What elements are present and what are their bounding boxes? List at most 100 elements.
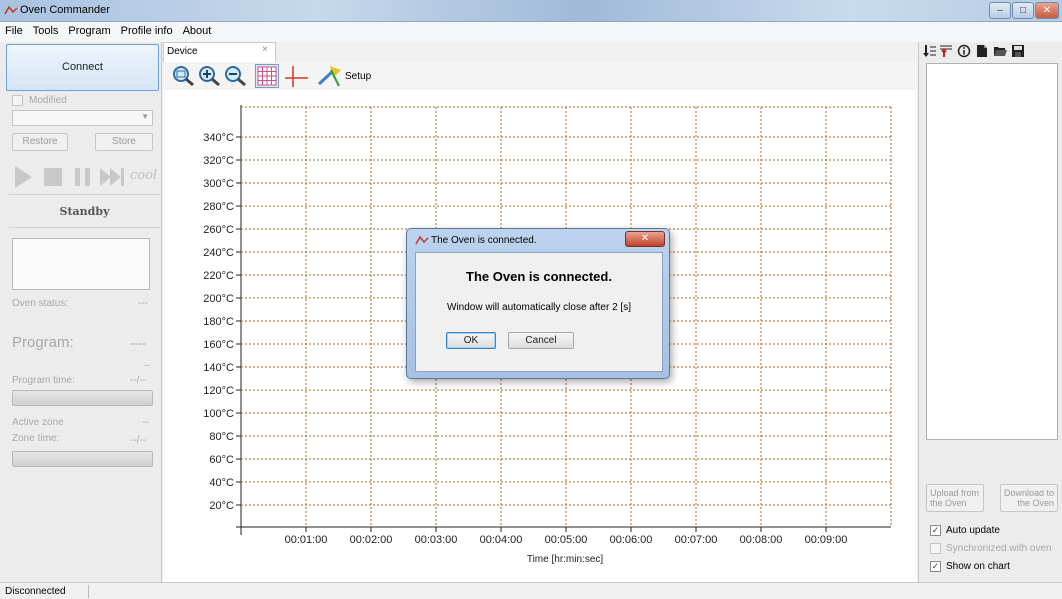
show-on-chart-checkbox[interactable]: ✓ [930, 561, 941, 572]
x-tick-label: 00:08:00 [740, 534, 783, 546]
info-icon[interactable] [957, 44, 971, 58]
menu-bar: File Tools Program Profile info About [0, 22, 1062, 42]
crosshair-icon[interactable] [284, 65, 308, 87]
x-tick-label: 00:04:00 [480, 534, 523, 546]
menu-tools[interactable]: Tools [28, 22, 64, 37]
status-display [12, 238, 150, 290]
setup-icon[interactable] [317, 64, 343, 88]
dialog-close-button[interactable]: ✕ [625, 231, 665, 247]
status-bar: Disconnected [0, 582, 1062, 599]
oven-status-value: --- [138, 298, 148, 309]
chevron-down-icon: ▼ [141, 112, 149, 121]
maximize-button[interactable]: □ [1012, 2, 1034, 19]
dialog-title: The Oven is connected. [431, 235, 537, 246]
program-label: Program: [12, 334, 74, 351]
new-file-icon[interactable] [975, 44, 989, 58]
menu-about[interactable]: About [178, 22, 217, 37]
dialog-body: The Oven is connected. Window will autom… [415, 252, 663, 372]
auto-update-label: Auto update [946, 525, 1000, 536]
y-tick-label: 140°C [203, 362, 234, 374]
program-value: ---- [130, 336, 146, 350]
title-bar: Oven Commander – □ ✕ [0, 0, 1062, 22]
y-tick-label: 340°C [203, 132, 234, 144]
show-on-chart-label: Show on chart [946, 561, 1010, 572]
ok-button[interactable]: OK [446, 332, 496, 349]
download-label-line1: Download to [1003, 488, 1054, 498]
profile-select[interactable]: ▼ [12, 110, 153, 126]
skip-forward-icon[interactable] [98, 166, 126, 188]
y-tick-label: 200°C [203, 293, 234, 305]
open-folder-icon[interactable] [993, 44, 1007, 58]
upload-label-line2: the Oven [930, 498, 967, 508]
y-tick-label: 120°C [203, 385, 234, 397]
upload-from-oven-button[interactable]: Upload from the Oven [926, 484, 984, 512]
x-tick-label: 00:07:00 [675, 534, 718, 546]
profile-list[interactable] [926, 63, 1058, 440]
zone-time-value: --/-- [130, 435, 147, 446]
status-divider [88, 585, 89, 598]
program-progress-bar [12, 390, 153, 406]
store-button[interactable]: Store [95, 133, 153, 151]
upload-label-line1: Upload from [930, 488, 980, 498]
cool-button[interactable]: cool [130, 168, 157, 183]
window-title: Oven Commander [20, 4, 110, 16]
x-tick-label: 00:02:00 [350, 534, 393, 546]
menu-program[interactable]: Program [63, 22, 115, 37]
sort-icon[interactable] [923, 44, 937, 58]
pause-icon[interactable] [72, 166, 94, 188]
y-tick-label: 80°C [209, 431, 234, 443]
y-tick-label: 20°C [209, 500, 234, 512]
zoom-fit-icon[interactable] [171, 65, 195, 87]
connection-status: Disconnected [5, 586, 66, 597]
stop-icon[interactable] [42, 166, 64, 188]
y-tick-label: 160°C [203, 339, 234, 351]
y-tick-label: 300°C [203, 178, 234, 190]
tab-device-label: Device [167, 46, 198, 57]
close-button[interactable]: ✕ [1035, 2, 1059, 19]
y-tick-label: 240°C [203, 247, 234, 259]
x-axis-label: Time [hr:min:sec] [527, 554, 604, 565]
y-tick-label: 40°C [209, 477, 234, 489]
app-icon [4, 5, 18, 15]
modified-checkbox[interactable] [12, 95, 23, 106]
zone-progress-bar [12, 451, 153, 467]
y-tick-label: 220°C [203, 270, 234, 282]
menu-file[interactable]: File [0, 22, 28, 37]
synchronized-label: Synchronized with oven [946, 543, 1052, 554]
tab-close-icon[interactable]: × [262, 44, 268, 55]
setup-button[interactable]: Setup [345, 71, 371, 82]
y-tick-label: 260°C [203, 224, 234, 236]
tab-device[interactable]: Device × [163, 42, 276, 62]
minimize-button[interactable]: – [989, 2, 1011, 19]
x-tick-label: 00:01:00 [285, 534, 328, 546]
export-icon[interactable] [939, 44, 953, 58]
y-tick-label: 100°C [203, 408, 234, 420]
y-tick-label: 320°C [203, 155, 234, 167]
dialog-app-icon [415, 235, 429, 245]
restore-button[interactable]: Restore [12, 133, 68, 151]
grid-toggle-button[interactable] [255, 64, 279, 88]
synchronized-checkbox[interactable] [930, 543, 941, 554]
connect-button[interactable]: Connect [6, 44, 159, 91]
save-icon[interactable] [1011, 44, 1025, 58]
connected-dialog: The Oven is connected. ✕ The Oven is con… [406, 228, 670, 379]
zoom-out-icon[interactable] [223, 65, 247, 87]
right-panel: Upload from the Oven Download to the Ove… [918, 42, 1062, 582]
auto-update-checkbox[interactable]: ✓ [930, 525, 941, 536]
play-icon[interactable] [12, 164, 34, 190]
cancel-button[interactable]: Cancel [508, 332, 574, 349]
zoom-in-icon[interactable] [197, 65, 221, 87]
active-zone-value: -- [142, 417, 149, 428]
x-tick-label: 00:03:00 [415, 534, 458, 546]
y-tick-label: 180°C [203, 316, 234, 328]
program-time-value: --/-- [130, 375, 147, 386]
download-label-line2: the Oven [1017, 498, 1054, 508]
y-tick-label: 60°C [209, 454, 234, 466]
dialog-message: Window will automatically close after 2 … [447, 302, 631, 313]
dialog-heading: The Oven is connected. [466, 269, 612, 284]
x-tick-label: 00:05:00 [545, 534, 588, 546]
menu-profile-info[interactable]: Profile info [116, 22, 178, 37]
oven-status-label: Oven status: [12, 298, 69, 309]
x-tick-label: 00:06:00 [610, 534, 653, 546]
download-to-oven-button[interactable]: Download to the Oven [1000, 484, 1058, 512]
